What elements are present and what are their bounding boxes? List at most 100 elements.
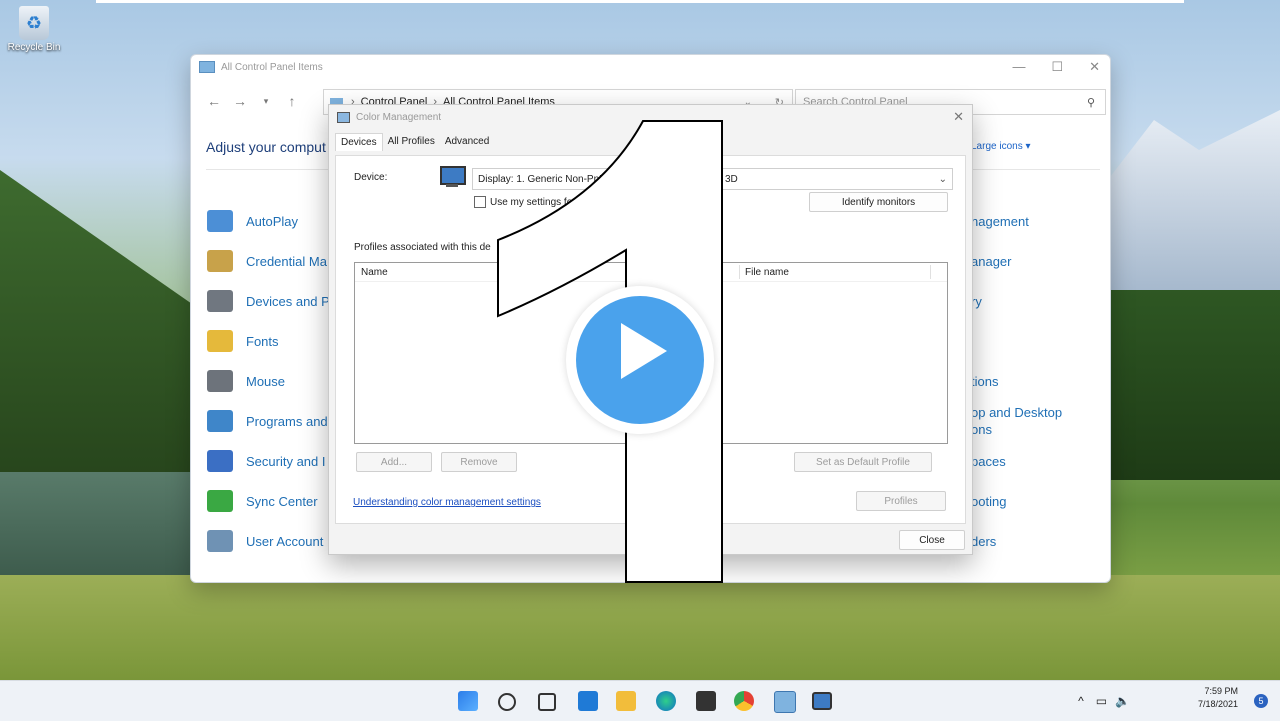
- item-label: Devices and P: [246, 293, 330, 309]
- item-label: Mouse: [246, 373, 286, 389]
- edge-icon[interactable]: [656, 691, 676, 711]
- search-icon[interactable]: ⚲: [1087, 96, 1095, 109]
- right-item[interactable]: ry: [971, 281, 1062, 321]
- recycle-bin-icon: [19, 6, 49, 40]
- column-separator: [739, 265, 740, 279]
- device-select[interactable]: Display: 1. Generic Non-PnP 3D ⌄: [472, 168, 953, 190]
- profiles-label: Profiles associated with this de: [354, 242, 491, 253]
- right-item[interactable]: [971, 321, 1062, 361]
- dialog-tabs: Devices All Profiles Advanced: [335, 133, 494, 151]
- item-programs-and-features[interactable]: Programs and: [207, 401, 330, 441]
- monitor-icon: [440, 166, 466, 185]
- close-button[interactable]: ✕: [1089, 59, 1100, 75]
- color-management-icon[interactable]: [812, 692, 832, 710]
- flag-icon: [207, 450, 233, 472]
- start-icon[interactable]: [458, 691, 478, 711]
- item-label: Sync Center: [246, 493, 318, 509]
- view-by-dropdown[interactable]: Large icons ▾: [971, 141, 1031, 152]
- item-label: Security and I: [246, 453, 326, 469]
- chrome-icon[interactable]: [734, 691, 754, 711]
- back-icon[interactable]: ←: [201, 93, 227, 109]
- use-my-settings-label: Use my settings fo: [490, 196, 573, 208]
- monitor-stand: [446, 184, 458, 187]
- clock[interactable]: 7:59 PM 7/18/2021: [1198, 685, 1238, 711]
- printer-icon: [207, 290, 233, 312]
- set-default-button[interactable]: Set as Default Profile: [794, 452, 932, 472]
- mouse-icon: [207, 370, 233, 392]
- close-icon[interactable]: ✕: [953, 109, 964, 125]
- minimize-button[interactable]: —: [1012, 59, 1025, 75]
- taskbar: ^ ▭ 🔈 7:59 PM 7/18/2021 5: [0, 680, 1280, 721]
- chevron-down-icon: ⌄: [938, 173, 947, 185]
- right-item[interactable]: tions: [971, 361, 1062, 401]
- control-panel-titlebar: All Control Panel Items: [191, 55, 1110, 79]
- recent-locations-icon[interactable]: ▾: [253, 96, 279, 107]
- item-mouse[interactable]: Mouse: [207, 361, 330, 401]
- tab-devices[interactable]: Devices: [335, 133, 383, 151]
- credential-icon: [207, 250, 233, 272]
- up-icon[interactable]: ↑: [279, 93, 305, 109]
- right-item[interactable]: nagement: [971, 201, 1062, 241]
- tab-all-profiles[interactable]: All Profiles: [383, 133, 440, 151]
- chevron-up-icon[interactable]: ^: [1078, 694, 1084, 708]
- item-security-and-maintenance[interactable]: Security and I: [207, 441, 330, 481]
- item-fonts[interactable]: Fonts: [207, 321, 330, 361]
- identify-monitors-button[interactable]: Identify monitors: [809, 192, 948, 212]
- play-button[interactable]: [566, 286, 714, 434]
- add-button[interactable]: Add...: [356, 452, 432, 472]
- use-my-settings-checkbox[interactable]: Use my settings fo: [474, 196, 572, 208]
- widgets-icon[interactable]: [578, 691, 598, 711]
- file-explorer-icon[interactable]: [616, 691, 636, 711]
- close-button[interactable]: Close: [899, 530, 965, 550]
- list-header: Name File name: [355, 263, 947, 282]
- network-icon[interactable]: ▭: [1096, 694, 1107, 708]
- item-autoplay[interactable]: AutoPlay: [207, 201, 330, 241]
- forest-left: [0, 170, 200, 480]
- column-name[interactable]: Name: [361, 267, 388, 278]
- dialog-titlebar: Color Management: [329, 105, 972, 129]
- lake: [0, 472, 200, 582]
- column-separator: [930, 265, 931, 279]
- item-user-accounts[interactable]: User Account: [207, 521, 330, 561]
- column-file-name[interactable]: File name: [745, 267, 789, 278]
- page-heading: Adjust your comput: [206, 139, 326, 155]
- clock-date: 7/18/2021: [1197, 699, 1238, 709]
- control-panel-icon[interactable]: [774, 691, 796, 713]
- item-label: User Account: [246, 533, 324, 549]
- item-sync-center[interactable]: Sync Center: [207, 481, 330, 521]
- task-view-icon[interactable]: [538, 693, 556, 711]
- users-icon: [207, 530, 233, 552]
- item-label: AutoPlay: [246, 213, 299, 229]
- dialog-title: Color Management: [356, 111, 442, 123]
- right-item[interactable]: paces: [971, 441, 1062, 481]
- search-icon[interactable]: [498, 693, 516, 711]
- left-item-list: AutoPlay Credential Ma Devices and P Fon…: [207, 201, 330, 561]
- item-credential-manager[interactable]: Credential Ma: [207, 241, 330, 281]
- maximize-button[interactable]: ☐: [1051, 59, 1063, 75]
- profiles-button[interactable]: Profiles: [856, 491, 946, 511]
- device-value-tail: 3D: [725, 173, 738, 185]
- remove-button[interactable]: Remove: [441, 452, 517, 472]
- store-icon[interactable]: [696, 691, 716, 711]
- notification-badge[interactable]: 5: [1254, 694, 1268, 708]
- right-item[interactable]: ders: [971, 521, 1062, 561]
- device-value: Display: 1. Generic Non-PnP: [478, 173, 606, 185]
- checkbox-box[interactable]: [474, 196, 486, 208]
- programs-icon: [207, 410, 233, 432]
- right-item[interactable]: op and Desktop ons: [971, 401, 1062, 441]
- right-item[interactable]: ooting: [971, 481, 1062, 521]
- device-label: Device:: [354, 172, 388, 183]
- understanding-link[interactable]: Understanding color management settings: [353, 497, 541, 508]
- right-item[interactable]: anager: [971, 241, 1062, 281]
- forward-icon[interactable]: →: [227, 93, 253, 109]
- window-controls: — ☐ ✕: [1012, 59, 1100, 75]
- right-item-list: nagement anager ry tions op and Desktop …: [971, 201, 1062, 561]
- item-devices-and-printers[interactable]: Devices and P: [207, 281, 330, 321]
- volume-icon[interactable]: 🔈: [1115, 694, 1130, 708]
- grass: [0, 575, 1280, 680]
- mountain-scenery: [1100, 110, 1280, 310]
- recycle-bin-shortcut[interactable]: Recycle Bin: [6, 6, 62, 53]
- sync-icon: [207, 490, 233, 512]
- tab-advanced[interactable]: Advanced: [440, 133, 494, 151]
- item-label: Credential Ma: [246, 253, 327, 269]
